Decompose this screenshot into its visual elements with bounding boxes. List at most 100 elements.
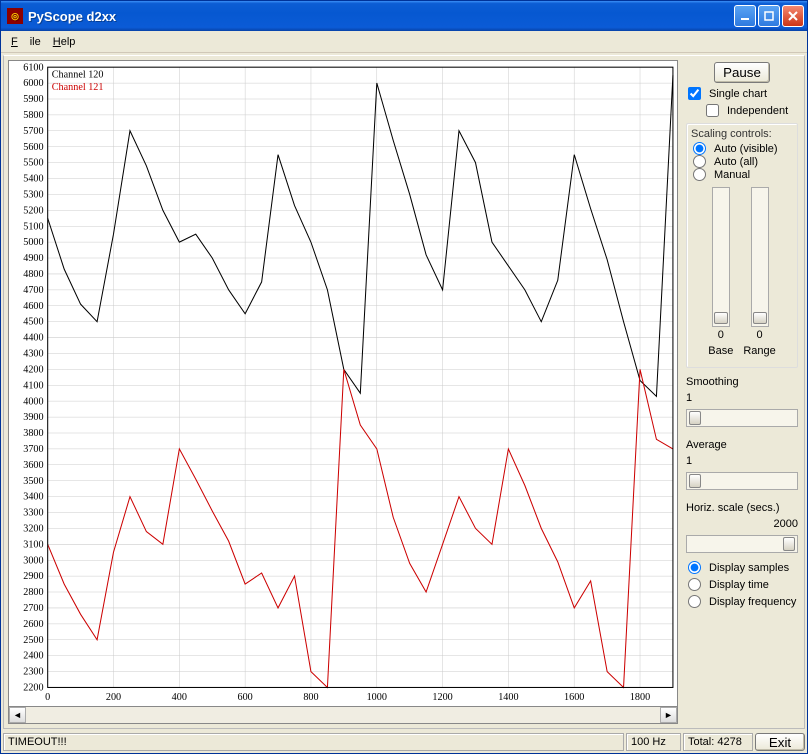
- scale-manual-radio[interactable]: [693, 168, 706, 181]
- horizontal-scrollbar[interactable]: ◄ ►: [8, 707, 678, 724]
- exit-button[interactable]: Exit: [755, 733, 805, 751]
- horiz-scale-slider-thumb[interactable]: [783, 537, 795, 551]
- scale-auto-all-radio[interactable]: [693, 155, 706, 168]
- average-label: Average: [686, 439, 798, 451]
- content: 2200230024002500260027002800290030003100…: [3, 55, 805, 729]
- menu-help[interactable]: Help: [47, 34, 82, 50]
- display-samples-radio[interactable]: [688, 561, 701, 574]
- scale-auto-all-row[interactable]: Auto (all): [691, 155, 793, 168]
- status-rate: 100 Hz: [626, 733, 681, 751]
- menu-file[interactable]: File: [5, 34, 47, 50]
- svg-text:3300: 3300: [23, 508, 43, 519]
- maximize-icon: [764, 11, 774, 21]
- svg-text:3000: 3000: [23, 555, 43, 566]
- smoothing-slider[interactable]: [686, 409, 798, 427]
- single-chart-checkbox[interactable]: [688, 87, 701, 100]
- status-total: Total: 4278: [683, 733, 753, 751]
- svg-text:4600: 4600: [23, 301, 43, 312]
- horiz-scale-value: 2000: [686, 518, 798, 530]
- scroll-track[interactable]: [26, 707, 660, 723]
- svg-text:3100: 3100: [23, 539, 43, 550]
- display-samples-row[interactable]: Display samples: [686, 561, 798, 574]
- range-label: Range: [743, 345, 775, 357]
- svg-text:0: 0: [45, 692, 50, 703]
- svg-text:1200: 1200: [432, 692, 452, 703]
- svg-text:3900: 3900: [23, 412, 43, 423]
- titlebar: ◎ PyScope d2xx: [1, 1, 807, 31]
- app-icon: ◎: [7, 8, 23, 24]
- base-slider-thumb[interactable]: [714, 312, 728, 324]
- svg-text:3500: 3500: [23, 476, 43, 487]
- maximize-button[interactable]: [758, 5, 780, 27]
- base-value: 0: [718, 329, 724, 341]
- svg-text:2900: 2900: [23, 571, 43, 582]
- single-chart-label: Single chart: [709, 88, 767, 100]
- minimize-button[interactable]: [734, 5, 756, 27]
- chart: 2200230024002500260027002800290030003100…: [8, 60, 678, 707]
- scaling-controls-title: Scaling controls:: [691, 128, 793, 140]
- average-slider[interactable]: [686, 472, 798, 490]
- independent-label: Independent: [727, 105, 788, 117]
- svg-text:2700: 2700: [23, 603, 43, 614]
- svg-text:1000: 1000: [367, 692, 387, 703]
- svg-text:3600: 3600: [23, 460, 43, 471]
- svg-text:2200: 2200: [23, 682, 43, 693]
- status-timeout: TIMEOUT!!!: [3, 733, 624, 751]
- svg-text:800: 800: [303, 692, 318, 703]
- svg-text:2500: 2500: [23, 635, 43, 646]
- scale-manual-row[interactable]: Manual: [691, 168, 793, 181]
- svg-text:3200: 3200: [23, 523, 43, 534]
- close-button[interactable]: [782, 5, 804, 27]
- svg-text:Channel 120: Channel 120: [52, 69, 104, 80]
- svg-text:5300: 5300: [23, 189, 43, 200]
- scroll-left-arrow[interactable]: ◄: [9, 707, 26, 723]
- display-time-row[interactable]: Display time: [686, 578, 798, 591]
- svg-text:400: 400: [172, 692, 187, 703]
- horiz-scale-slider[interactable]: [686, 535, 798, 553]
- window-title: PyScope d2xx: [28, 9, 116, 24]
- svg-text:200: 200: [106, 692, 121, 703]
- statusbar: TIMEOUT!!! 100 Hz Total: 4278 Exit: [1, 731, 807, 753]
- svg-text:1400: 1400: [498, 692, 518, 703]
- independent-checkbox[interactable]: [706, 104, 719, 117]
- display-frequency-row[interactable]: Display frequency: [686, 595, 798, 608]
- average-value: 1: [686, 455, 798, 467]
- svg-text:5800: 5800: [23, 110, 43, 121]
- average-slider-thumb[interactable]: [689, 474, 701, 488]
- svg-text:Channel 121: Channel 121: [52, 82, 104, 93]
- smoothing-value: 1: [686, 392, 798, 404]
- single-chart-row[interactable]: Single chart: [686, 87, 798, 100]
- svg-text:5000: 5000: [23, 237, 43, 248]
- svg-text:4200: 4200: [23, 364, 43, 375]
- svg-text:4700: 4700: [23, 285, 43, 296]
- side-panel: Pause Single chart Independent Scaling c…: [682, 56, 804, 728]
- pause-button[interactable]: Pause: [714, 62, 770, 83]
- smoothing-label: Smoothing: [686, 376, 798, 388]
- svg-text:5200: 5200: [23, 205, 43, 216]
- base-label: Base: [708, 345, 733, 357]
- svg-text:4900: 4900: [23, 253, 43, 264]
- svg-text:5100: 5100: [23, 221, 43, 232]
- range-slider-thumb[interactable]: [753, 312, 767, 324]
- svg-text:5900: 5900: [23, 94, 43, 105]
- scaling-controls-group: Scaling controls: Auto (visible) Auto (a…: [686, 123, 798, 368]
- horiz-scale-label: Horiz. scale (secs.): [686, 502, 798, 514]
- svg-text:5400: 5400: [23, 174, 43, 185]
- smoothing-slider-thumb[interactable]: [689, 411, 701, 425]
- display-time-radio[interactable]: [688, 578, 701, 591]
- display-frequency-radio[interactable]: [688, 595, 701, 608]
- scale-auto-visible-row[interactable]: Auto (visible): [691, 142, 793, 155]
- base-slider[interactable]: [712, 187, 730, 327]
- svg-text:2600: 2600: [23, 619, 43, 630]
- svg-text:4800: 4800: [23, 269, 43, 280]
- range-value: 0: [756, 329, 762, 341]
- svg-text:2400: 2400: [23, 651, 43, 662]
- svg-text:4500: 4500: [23, 317, 43, 328]
- minimize-icon: [740, 11, 750, 21]
- scale-auto-visible-radio[interactable]: [693, 142, 706, 155]
- scroll-right-arrow[interactable]: ►: [660, 707, 677, 723]
- svg-text:4400: 4400: [23, 333, 43, 344]
- range-slider[interactable]: [751, 187, 769, 327]
- independent-row[interactable]: Independent: [686, 104, 798, 117]
- svg-text:3400: 3400: [23, 492, 43, 503]
